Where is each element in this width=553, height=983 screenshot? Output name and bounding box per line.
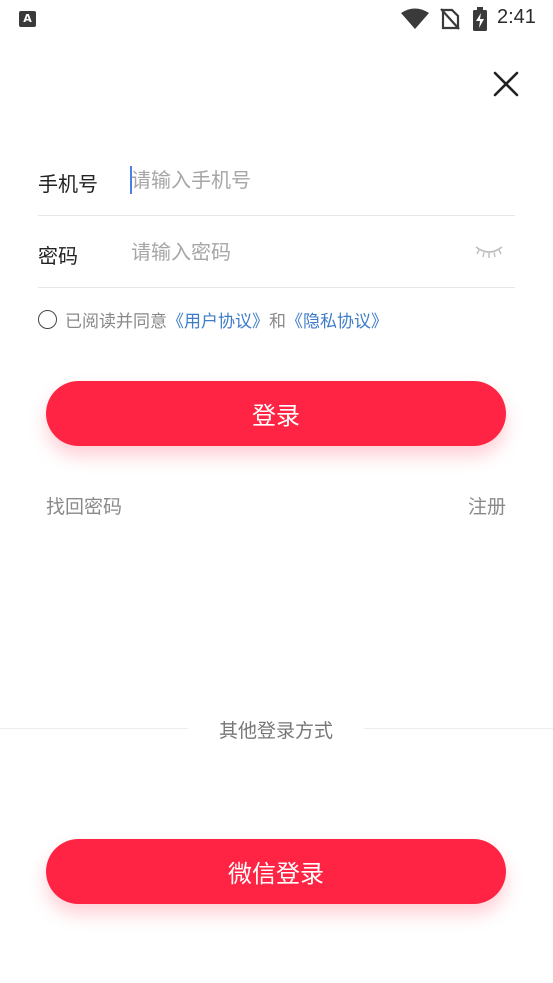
divider-right xyxy=(364,728,553,729)
no-sim-icon xyxy=(440,8,460,30)
agreement-and: 和 xyxy=(269,311,286,332)
privacy-agreement-link[interactable]: 《隐私协议》 xyxy=(286,307,388,332)
app-notification-letter: A xyxy=(23,12,32,25)
password-row: 密码 xyxy=(38,216,515,288)
forgot-password-link[interactable]: 找回密码 xyxy=(46,492,122,519)
close-icon[interactable] xyxy=(490,68,522,100)
password-label: 密码 xyxy=(38,244,78,268)
status-bar: A 2:41 xyxy=(0,0,553,38)
password-input[interactable] xyxy=(131,234,461,270)
phone-label: 手机号 xyxy=(38,172,98,196)
login-button[interactable]: 登录 xyxy=(46,381,506,446)
agreement-row: 已阅读并同意 《用户协议》 和 《隐私协议》 xyxy=(38,306,388,332)
user-agreement-link[interactable]: 《用户协议》 xyxy=(167,307,269,332)
phone-input[interactable] xyxy=(131,162,461,198)
agreement-radio[interactable] xyxy=(38,309,57,329)
agreement-prefix: 已阅读并同意 xyxy=(65,311,167,332)
eye-closed-icon[interactable] xyxy=(474,244,504,260)
register-link[interactable]: 注册 xyxy=(468,492,506,519)
battery-charging-icon xyxy=(473,7,487,31)
wifi-icon xyxy=(401,8,429,29)
phone-row: 手机号 xyxy=(38,144,515,216)
app-notification-icon: A xyxy=(19,11,36,27)
status-time: 2:41 xyxy=(497,6,536,28)
wechat-login-button[interactable]: 微信登录 xyxy=(46,839,506,904)
other-login-label: 其他登录方式 xyxy=(218,720,333,742)
divider-left xyxy=(0,728,188,729)
